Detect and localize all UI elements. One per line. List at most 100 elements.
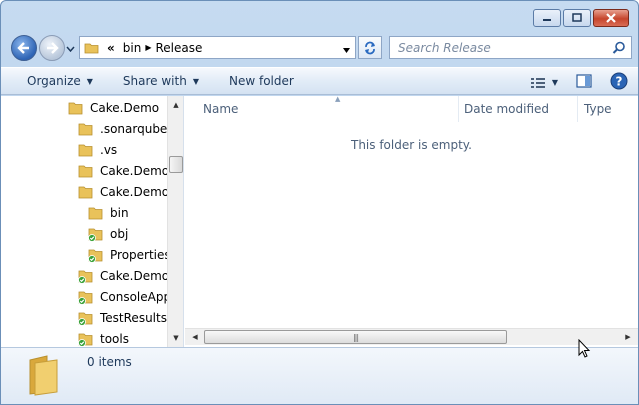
empty-folder-message: This folder is empty. (351, 138, 472, 152)
address-bar[interactable]: « bin ▶ Release (79, 36, 356, 59)
vertical-scrollbar[interactable]: ▲ ▼ (167, 96, 183, 347)
recent-pages-dropdown[interactable] (66, 42, 75, 56)
folder-check-icon (78, 270, 93, 284)
tree-item-label: .sonarqube (100, 121, 168, 136)
column-name[interactable]: Name ▲ (197, 95, 459, 122)
address-dropdown[interactable] (342, 43, 351, 57)
tree-item-label: tools (100, 331, 129, 346)
tree-item[interactable]: ConsoleApp (77, 286, 171, 307)
new-folder-label: New folder (228, 74, 294, 88)
tree-item[interactable]: tools (77, 328, 129, 347)
folder-icon (78, 144, 93, 156)
scroll-right-icon[interactable]: ▶ (620, 329, 636, 345)
column-date-modified[interactable]: Date modified (458, 96, 578, 122)
folder-icon (27, 354, 61, 399)
scroll-up-icon[interactable]: ▲ (168, 97, 183, 113)
folder-icon (88, 207, 103, 219)
content-area: Cake.Demo .sonarqube .vs Cake.Demo.I Cake.De… (1, 95, 638, 347)
tree-item-label: Cake.Demo.I (100, 163, 177, 178)
refresh-button[interactable] (358, 36, 382, 59)
scrollbar-thumb[interactable] (169, 156, 183, 173)
tree-item[interactable]: .sonarqube (77, 118, 167, 139)
tree-item[interactable]: Cake.Demo.I (77, 160, 176, 181)
maximize-icon (572, 13, 582, 22)
details-pane: 0 items (1, 347, 638, 404)
back-arrow-icon (17, 42, 29, 54)
folder-check-icon (78, 291, 93, 305)
scrollbar-thumb[interactable]: ||| (204, 330, 507, 344)
command-bar: Organize ▼ Share with ▼ New folder ▼ ? (1, 67, 638, 95)
tree-item[interactable]: TestResults (77, 307, 167, 328)
column-name-label: Name (203, 102, 239, 116)
folder-check-icon (78, 312, 93, 326)
search-placeholder: Search Release (398, 40, 491, 55)
address-segment-bin[interactable]: bin (123, 41, 142, 55)
preview-pane-icon (576, 74, 592, 88)
address-overflow[interactable]: « (107, 41, 115, 55)
tree-item-label: bin (110, 205, 129, 220)
column-type-label: Type (584, 102, 612, 116)
folder-check-icon (78, 333, 93, 347)
forward-button[interactable] (39, 35, 65, 61)
search-input[interactable]: Search Release (389, 36, 632, 59)
view-controls: ▼ ? (530, 72, 628, 93)
share-with-button[interactable]: Share with ▼ (105, 68, 211, 94)
sort-arrow-icon: ▲ (335, 95, 341, 103)
navigation-bar: « bin ▶ Release Search Release (9, 34, 632, 62)
navigation-pane[interactable]: Cake.Demo .sonarqube .vs Cake.Demo.I Cake.De… (1, 96, 184, 347)
scroll-down-icon[interactable]: ▼ (168, 330, 183, 346)
organize-label: Organize (27, 74, 81, 88)
maximize-button[interactable] (563, 9, 591, 27)
tree-item[interactable]: Properties (87, 244, 171, 265)
share-with-label: Share with (122, 74, 187, 88)
minimize-icon (543, 19, 551, 21)
caption-buttons (533, 9, 629, 27)
column-headers: Name ▲ Date modified Type (185, 95, 638, 122)
organize-button[interactable]: Organize ▼ (1, 68, 105, 94)
search-icon[interactable] (612, 41, 626, 58)
column-type[interactable]: Type (578, 96, 638, 122)
item-count: 0 items (87, 355, 132, 369)
folder-icon (78, 165, 93, 177)
horizontal-scrollbar[interactable]: ◀ ||| ▶ (185, 328, 638, 345)
back-button[interactable] (11, 35, 37, 61)
explorer-window: « bin ▶ Release Search Release Organize … (0, 0, 639, 405)
tree-item[interactable]: Cake.Demo (67, 97, 159, 118)
tree-item-label: Cake.Demo.( (100, 184, 178, 199)
address-segment-release[interactable]: Release (155, 41, 202, 55)
chevron-down-icon (66, 46, 75, 53)
chevron-down-icon: ▼ (192, 76, 199, 86)
tree-item-label: Cake.Demo (90, 100, 160, 115)
breadcrumb-separator-icon[interactable]: ▶ (145, 43, 151, 52)
close-icon (606, 13, 616, 23)
refresh-icon (365, 41, 375, 54)
details-view-icon (530, 77, 545, 88)
new-folder-button[interactable]: New folder (211, 68, 306, 94)
tree-item[interactable]: Cake.Demo.( (77, 181, 177, 202)
chevron-down-icon: ▼ (551, 78, 558, 87)
tree-item-label: .vs (100, 142, 118, 157)
change-view-button[interactable]: ▼ (530, 77, 558, 89)
folder-check-icon (88, 249, 103, 263)
help-button[interactable]: ? (610, 72, 628, 93)
tree-item-label: ConsoleApp (100, 289, 172, 304)
help-icon: ? (610, 72, 628, 90)
preview-pane-button[interactable] (576, 74, 592, 91)
folder-check-icon (88, 228, 103, 242)
minimize-button[interactable] (533, 9, 561, 27)
close-button[interactable] (593, 9, 629, 27)
file-list-pane[interactable]: Name ▲ Date modified Type This folder is… (185, 95, 638, 347)
folder-icon (78, 186, 93, 198)
tree-item[interactable]: .vs (77, 139, 117, 160)
svg-text:?: ? (616, 75, 623, 89)
tree-item-label: obj (110, 226, 129, 241)
scroll-left-icon[interactable]: ◀ (187, 329, 203, 345)
tree-item[interactable]: obj (87, 223, 128, 244)
tree-item[interactable]: Cake.Demo.S (77, 265, 180, 286)
column-date-modified-label: Date modified (464, 102, 550, 116)
chevron-down-icon: ▼ (86, 76, 93, 86)
folder-icon (78, 123, 93, 135)
mouse-pointer-icon (578, 338, 592, 362)
tree-item-label: TestResults (100, 310, 167, 325)
tree-item[interactable]: bin (87, 202, 129, 223)
